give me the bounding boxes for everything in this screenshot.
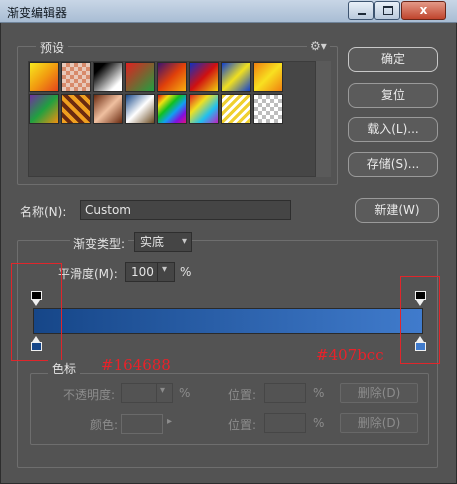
color-location-label: 位置: [228, 418, 257, 432]
opacity-location-unit: % [313, 386, 325, 400]
new-button[interactable]: 新建(W) [355, 198, 439, 223]
minimize-icon [358, 13, 366, 15]
load-button[interactable]: 载入(L)... [348, 117, 438, 142]
stop-color-swatch[interactable] [121, 414, 163, 434]
preset-swatch-chrome[interactable] [125, 94, 155, 124]
color-label: 颜色: [90, 418, 119, 432]
ok-button[interactable]: 确定 [348, 47, 438, 72]
annotation-left-color: #164688 [101, 356, 171, 374]
smoothness-value: 100 [131, 265, 154, 279]
preset-swatch-orange-yellow-orange[interactable] [253, 62, 283, 92]
preset-swatch-transparent-stripes[interactable] [221, 94, 251, 124]
smoothness-label: 平滑度(M): [58, 267, 118, 281]
preset-swatch-transparent-rainbow[interactable] [189, 94, 219, 124]
opacity-location-input[interactable] [264, 383, 306, 403]
opacity-location-label: 位置: [228, 388, 257, 402]
preset-swatch-blue-yellow-blue[interactable] [221, 62, 251, 92]
delete-opacity-stop-button[interactable]: 删除(D) [340, 383, 418, 403]
preset-swatch-black-white[interactable] [93, 62, 123, 92]
reset-button[interactable]: 复位 [348, 83, 438, 108]
name-input[interactable]: Custom [80, 200, 291, 220]
smoothness-dropdown[interactable]: ▾ [157, 262, 175, 282]
chevron-down-icon: ▾ [181, 236, 187, 247]
opacity-unit: % [179, 386, 191, 400]
preset-swatch-violet-green-orange[interactable] [29, 94, 59, 124]
presets-legend: 预设 [36, 39, 69, 56]
delete-color-stop-button[interactable]: 删除(D) [340, 413, 418, 433]
color-location-input[interactable] [264, 413, 306, 433]
window-title: 渐变编辑器 [7, 6, 68, 20]
annotation-right-color: #407bcc [316, 346, 384, 364]
smoothness-input[interactable]: 100 [125, 262, 158, 282]
name-label: 名称(N): [20, 205, 67, 219]
gear-icon[interactable]: ⚙▾ [307, 39, 330, 53]
annotation-box-right [400, 276, 440, 364]
annotation-box-left [11, 263, 62, 361]
close-button[interactable]: x [401, 1, 446, 20]
chevron-down-icon: ▾ [160, 385, 166, 396]
preset-swatch-transparent[interactable] [253, 94, 283, 124]
preset-swatch-spectrum[interactable] [157, 94, 187, 124]
opacity-dropdown[interactable]: ▾ [156, 383, 173, 403]
gradient-type-label: 渐变类型: [70, 235, 129, 252]
preset-swatch-stripes-warm[interactable] [61, 94, 91, 124]
title-bar: 渐变编辑器 x [0, 0, 457, 23]
preset-scrollbar[interactable] [315, 61, 331, 177]
gradient-type-select[interactable]: 实底 ▾ [134, 232, 192, 252]
close-icon: x [419, 3, 428, 17]
preset-swatch-violet-orange[interactable] [157, 62, 187, 92]
minimize-button[interactable] [348, 1, 374, 20]
preset-swatch-blue-red-yellow[interactable] [189, 62, 219, 92]
preset-swatch-copper[interactable] [93, 94, 123, 124]
save-button[interactable]: 存储(S)... [348, 152, 438, 177]
color-location-unit: % [313, 416, 325, 430]
gradient-type-value: 实底 [140, 235, 165, 249]
stops-legend: 色标 [48, 360, 81, 377]
color-dropdown-icon[interactable]: ▸ [167, 416, 172, 427]
opacity-label: 不透明度: [63, 388, 116, 402]
preset-swatch-checker-orange[interactable] [61, 62, 91, 92]
maximize-icon [383, 6, 393, 15]
preset-swatch-yellow-orange[interactable] [29, 62, 59, 92]
preset-swatch-red-green[interactable] [125, 62, 155, 92]
chevron-down-icon: ▾ [162, 264, 168, 275]
smoothness-unit: % [180, 265, 192, 279]
gradient-bar[interactable] [33, 308, 423, 334]
maximize-button[interactable] [374, 1, 400, 20]
opacity-input[interactable] [121, 383, 157, 403]
